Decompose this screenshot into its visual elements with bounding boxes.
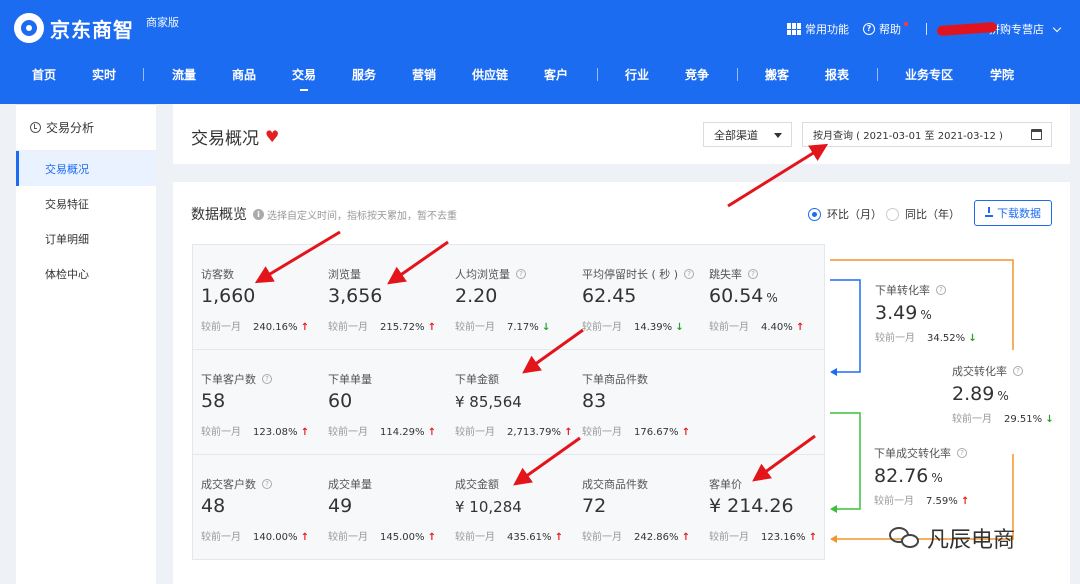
- metric-unit: %: [920, 308, 932, 322]
- metric-label: 下单成交转化率?: [874, 445, 969, 461]
- flow-arrowhead-orange: [830, 535, 837, 543]
- main-nav: 首页 实时 流量 商品 交易 服务 营销 供应链 客户 行业 竞争 搬客 报表 …: [0, 60, 1080, 91]
- sidebar-item-trade-features[interactable]: 交易特征: [16, 186, 156, 221]
- store-switcher[interactable]: 拼购专营店: [936, 21, 1080, 37]
- sidebar-item-trade-overview[interactable]: 交易概况: [16, 151, 156, 186]
- nav-divider: [737, 68, 738, 81]
- nav-traffic[interactable]: 流量: [172, 66, 196, 83]
- sidebar-section-label: 交易分析: [46, 121, 95, 135]
- sidebar-item-health-check[interactable]: 体检中心: [16, 256, 156, 291]
- calendar-icon: [1031, 129, 1042, 140]
- divider: [926, 23, 927, 35]
- metric-value: 2.89%: [952, 383, 1054, 405]
- help-label: 帮助: [879, 23, 901, 36]
- metric-unit: %: [931, 471, 943, 485]
- metric-value-number: 3.49: [875, 302, 918, 324]
- metric-compare: 较前一月 34.52% ↓: [875, 329, 977, 344]
- page-title: 交易概况 ♥: [191, 124, 279, 149]
- compare-pct: 34.52%: [927, 333, 966, 344]
- nav-divider: [143, 68, 144, 81]
- nav-trade[interactable]: 交易: [292, 66, 316, 91]
- grid-icon: [787, 23, 801, 35]
- common-functions-label: 常用功能: [805, 23, 849, 36]
- metric-label-text: 下单成交转化率: [874, 447, 951, 460]
- sidebar-section-trade-analysis[interactable]: 交易分析: [16, 105, 156, 151]
- channel-select-value: 全部渠道: [714, 128, 758, 142]
- date-range-picker[interactable]: 按月查询 ( 2021-03-01 至 2021-03-12 ): [802, 122, 1052, 147]
- logo[interactable]: 京东商智: [14, 13, 134, 43]
- metric-label-text: 下单转化率: [875, 284, 930, 297]
- title-card: 交易概况 ♥ 全部渠道 按月查询 ( 2021-03-01 至 2021-03-…: [173, 104, 1070, 164]
- compare-label: 较前一月: [874, 496, 914, 507]
- help-button[interactable]: ? 帮助: [863, 21, 908, 37]
- nav-industry[interactable]: 行业: [625, 66, 649, 83]
- compare-label: 较前一月: [952, 414, 992, 425]
- watermark-text: 凡辰电商: [927, 528, 1016, 553]
- compare-label: 较前一月: [875, 333, 915, 344]
- channel-select[interactable]: 全部渠道: [703, 122, 792, 147]
- heart-icon[interactable]: ♥: [265, 127, 279, 146]
- nav-reports[interactable]: 报表: [825, 66, 849, 83]
- nav-divider: [597, 68, 598, 81]
- jd-logo-icon: [14, 13, 44, 43]
- nav-academy[interactable]: 学院: [990, 66, 1014, 83]
- help-circle-icon[interactable]: ?: [1013, 366, 1023, 376]
- nav-divider: [877, 68, 878, 81]
- notification-dot: [904, 22, 908, 26]
- watermark: 凡辰电商: [889, 522, 1015, 554]
- top-right-bar: 常用功能 ? 帮助 拼购专营店: [787, 18, 1080, 40]
- flow-line-blue: [830, 279, 861, 373]
- metric-compare: 较前一月 29.51% ↓: [952, 410, 1054, 425]
- conversion-deal-rate: 成交转化率? 2.89% 较前一月 29.51% ↓: [952, 363, 1054, 425]
- arrow-down-icon: ↓: [968, 333, 977, 344]
- nav-home[interactable]: 首页: [32, 66, 56, 83]
- nav-competition[interactable]: 竞争: [685, 66, 709, 83]
- metric-label: 下单转化率?: [875, 282, 977, 298]
- metric-value: 3.49%: [875, 302, 977, 324]
- nav-products[interactable]: 商品: [232, 66, 256, 83]
- flow-line-green: [830, 412, 861, 510]
- arrow-down-icon: ↓: [1045, 414, 1054, 425]
- compare-pct: 29.51%: [1004, 414, 1043, 425]
- metric-unit: %: [997, 389, 1009, 403]
- help-icon: ?: [863, 23, 875, 35]
- nav-service[interactable]: 服务: [352, 66, 376, 83]
- compare-pct: 7.59%: [926, 496, 958, 507]
- metric-label-text: 成交转化率: [952, 365, 1007, 378]
- date-range-value: 按月查询 ( 2021-03-01 至 2021-03-12 ): [813, 131, 1003, 142]
- wechat-icon: [889, 525, 921, 551]
- page-title-text: 交易概况: [191, 129, 259, 149]
- help-circle-icon[interactable]: ?: [957, 448, 967, 458]
- nav-marketing[interactable]: 营销: [412, 66, 436, 83]
- logo-text: 京东商智: [50, 17, 134, 42]
- metric-value-number: 82.76: [874, 465, 929, 487]
- edition-label: 商家版: [146, 16, 179, 29]
- clock-icon: [30, 122, 41, 133]
- nav-business-zone[interactable]: 业务专区: [905, 66, 953, 83]
- help-circle-icon[interactable]: ?: [936, 285, 946, 295]
- sidebar: 交易分析 交易概况 交易特征 订单明细 体检中心: [16, 104, 156, 584]
- arrow-up-icon: ↑: [960, 496, 970, 507]
- metric-value-number: 2.89: [952, 383, 995, 405]
- common-functions-button[interactable]: 常用功能: [787, 21, 849, 37]
- flow-arrowhead-green: [830, 505, 837, 513]
- metric-compare: 较前一月 7.59% ↑: [874, 492, 969, 507]
- nav-supply-chain[interactable]: 供应链: [472, 66, 508, 83]
- metric-value: 82.76%: [874, 465, 969, 487]
- top-header: 京东商智 商家版 常用功能 ? 帮助 拼购专营店 首页 实时 流量 商品 交易 …: [0, 0, 1080, 104]
- nav-customers[interactable]: 客户: [544, 66, 568, 83]
- chevron-down-icon: [1052, 23, 1062, 32]
- metric-label: 成交转化率?: [952, 363, 1054, 379]
- sidebar-item-order-details[interactable]: 订单明细: [16, 221, 156, 256]
- caret-down-icon: [774, 133, 782, 138]
- nav-bankr[interactable]: 搬客: [765, 66, 789, 83]
- conversion-order-rate: 下单转化率? 3.49% 较前一月 34.52% ↓: [875, 282, 977, 344]
- store-name: 拼购专营店: [989, 23, 1044, 36]
- nav-realtime[interactable]: 实时: [92, 66, 116, 83]
- flow-arrowhead-blue: [830, 368, 837, 376]
- conversion-order-to-deal-rate: 下单成交转化率? 82.76% 较前一月 7.59% ↑: [874, 445, 969, 507]
